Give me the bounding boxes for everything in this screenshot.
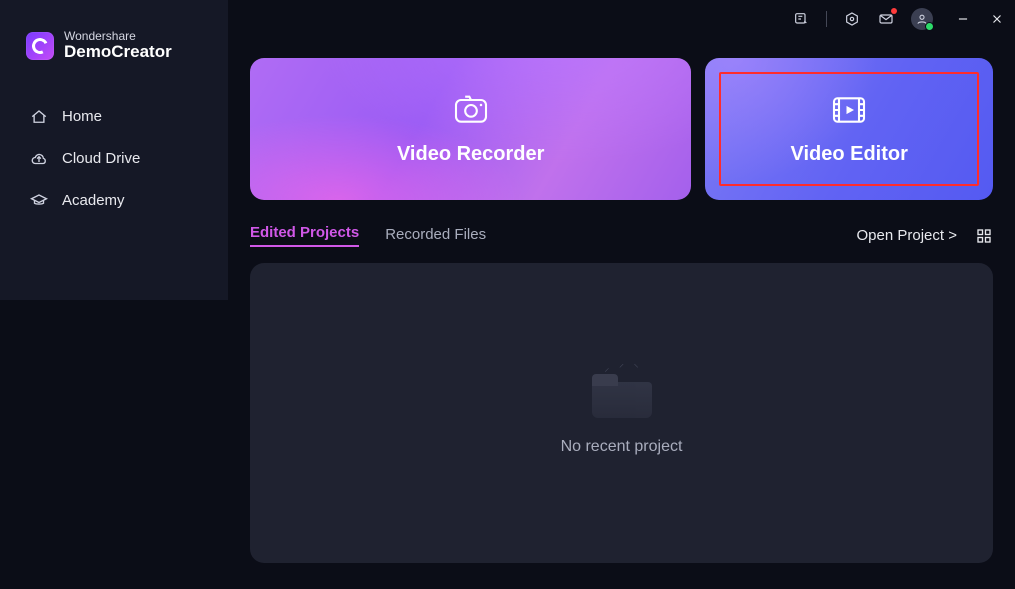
project-tabs: Edited Projects Recorded Files bbox=[250, 224, 486, 247]
brand-line2: DemoCreator bbox=[64, 42, 172, 62]
action-cards: Video Recorder Video Editor bbox=[250, 0, 993, 200]
tabs-row: Edited Projects Recorded Files Open Proj… bbox=[250, 224, 993, 247]
film-play-icon bbox=[829, 93, 869, 129]
tab-edited-projects[interactable]: Edited Projects bbox=[250, 224, 359, 247]
user-avatar-icon[interactable] bbox=[911, 8, 933, 30]
sidebar-item-label: Academy bbox=[62, 192, 125, 209]
video-editor-card[interactable]: Video Editor bbox=[705, 58, 993, 200]
brand-text: Wondershare DemoCreator bbox=[64, 30, 172, 62]
sidebar-item-cloud-drive[interactable]: Cloud Drive bbox=[0, 138, 228, 180]
tabs-right: Open Project > bbox=[857, 227, 993, 245]
close-icon[interactable] bbox=[989, 11, 1005, 27]
brand: Wondershare DemoCreator bbox=[0, 30, 228, 96]
app-root: Wondershare DemoCreator Home bbox=[0, 0, 1015, 589]
video-editor-highlight: Video Editor bbox=[719, 72, 979, 186]
projects-panel: ⸝⸍⸌ No recent project bbox=[250, 263, 993, 563]
settings-hex-icon[interactable] bbox=[843, 10, 861, 28]
sidebar-item-label: Cloud Drive bbox=[62, 150, 140, 167]
brand-logo-icon bbox=[26, 32, 54, 60]
home-icon bbox=[30, 108, 48, 126]
empty-folder-icon: ⸝⸍⸌ bbox=[592, 370, 652, 418]
sidebar-item-home[interactable]: Home bbox=[0, 96, 228, 138]
tab-recorded-files[interactable]: Recorded Files bbox=[385, 226, 486, 247]
sidebar-item-academy[interactable]: Academy bbox=[0, 180, 228, 222]
cloud-upload-icon bbox=[30, 150, 48, 168]
grid-view-icon[interactable] bbox=[975, 227, 993, 245]
mail-icon[interactable] bbox=[877, 10, 895, 28]
video-editor-label: Video Editor bbox=[790, 143, 907, 166]
minimize-icon[interactable] bbox=[955, 11, 971, 27]
empty-state-text: No recent project bbox=[561, 438, 683, 456]
video-recorder-card[interactable]: Video Recorder bbox=[250, 58, 691, 200]
main: Video Recorder Video Editor bbox=[228, 0, 1015, 589]
online-status-dot-icon bbox=[925, 22, 934, 31]
feedback-icon[interactable] bbox=[792, 10, 810, 28]
open-project-link[interactable]: Open Project > bbox=[857, 227, 957, 244]
window-controls bbox=[955, 11, 1005, 27]
brand-line1: Wondershare bbox=[64, 30, 172, 42]
camera-record-icon bbox=[451, 93, 491, 129]
sidebar: Wondershare DemoCreator Home bbox=[0, 0, 228, 589]
titlebar bbox=[792, 8, 1005, 30]
notification-dot-icon bbox=[891, 8, 897, 14]
sidebar-nav: Home Cloud Drive bbox=[0, 96, 228, 222]
graduation-cap-icon bbox=[30, 192, 48, 210]
sidebar-content: Wondershare DemoCreator Home bbox=[0, 0, 228, 222]
titlebar-separator bbox=[826, 11, 827, 27]
folder-sparks: ⸝⸍⸌ bbox=[600, 360, 644, 372]
video-recorder-label: Video Recorder bbox=[397, 143, 544, 166]
sidebar-item-label: Home bbox=[62, 108, 102, 125]
